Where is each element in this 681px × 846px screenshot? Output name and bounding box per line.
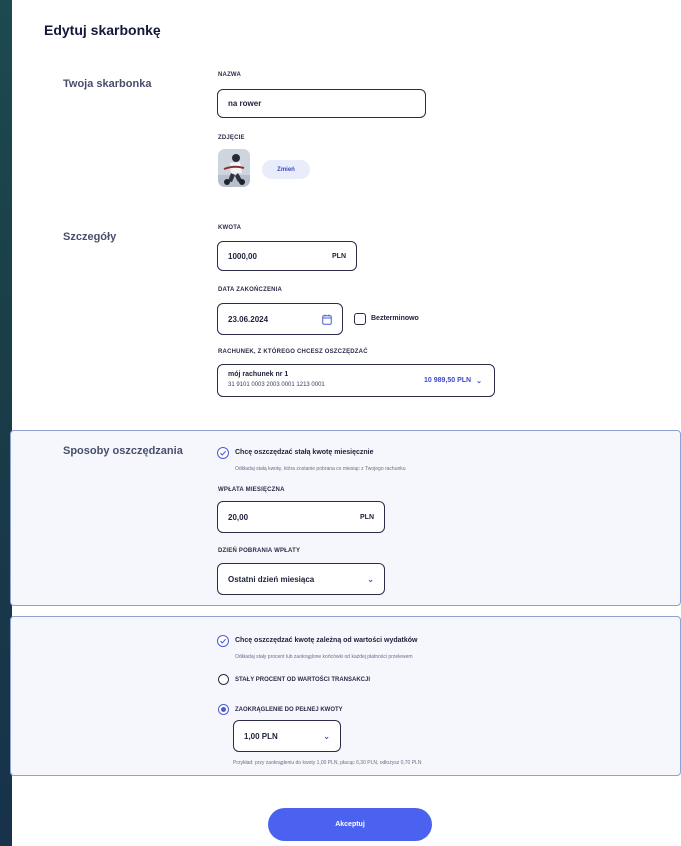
edit-piggybank-panel: Edytuj skarbonkę Twoja skarbonka NAZWA n… bbox=[10, 0, 681, 846]
monthly-checkbox-label: Chcę oszczędzać stałą kwotę miesięcznie bbox=[235, 449, 374, 456]
payment-day-label: DZIEŃ POBRANIA WPŁATY bbox=[218, 548, 301, 554]
monthly-payment-unit: PLN bbox=[360, 513, 374, 521]
round-amount-select[interactable]: 1,00 PLN ⌄ bbox=[233, 720, 341, 752]
amount-unit: PLN bbox=[332, 252, 346, 260]
amount-input[interactable]: 1000,00 PLN bbox=[217, 241, 357, 271]
payment-day-select[interactable]: Ostatni dzień miesiąca ⌄ bbox=[217, 563, 385, 595]
section-label-details: Szczegóły bbox=[63, 231, 117, 243]
percent-option-label: STAŁY PROCENT OD WARTOŚCI TRANSAKCJI bbox=[235, 677, 371, 683]
round-example: Przykład: przy zaokrągleniu do kwoty 1,0… bbox=[233, 760, 422, 766]
chevron-down-icon: ⌄ bbox=[367, 574, 374, 584]
payment-day-value: Ostatni dzień miesiąca bbox=[228, 574, 315, 584]
amount-label: KWOTA bbox=[218, 225, 242, 231]
section-label-saving-methods: Sposoby oszczędzania bbox=[63, 445, 183, 457]
page-title: Edytuj skarbonkę bbox=[44, 22, 161, 38]
monthly-payment-label: WPŁATA MIESIĘCZNA bbox=[218, 487, 285, 493]
monthly-checkbox[interactable] bbox=[217, 447, 229, 459]
expense-checkbox-label: Chcę oszczędzać kwotę zależną od wartośc… bbox=[235, 637, 418, 644]
monthly-description: Odkładaj stałą kwotę, która zostanie pob… bbox=[235, 466, 406, 472]
amount-value: 1000,00 bbox=[228, 251, 257, 261]
monthly-payment-value: 20,00 bbox=[228, 512, 249, 522]
chevron-down-icon: ⌄ bbox=[476, 378, 482, 385]
round-radio[interactable] bbox=[218, 704, 229, 715]
name-label: NAZWA bbox=[218, 72, 241, 78]
end-date-input[interactable]: 23.06.2024 bbox=[217, 303, 343, 335]
percent-radio[interactable] bbox=[218, 674, 229, 685]
account-select[interactable]: mój rachunek nr 1 31 9101 0003 2003 0001… bbox=[217, 364, 495, 397]
expense-description: Odkładaj stały procent lub zaokrąglone k… bbox=[235, 654, 413, 660]
name-input[interactable]: na rower bbox=[217, 89, 426, 118]
photo-label: ZDJĘCIE bbox=[218, 135, 245, 141]
account-label: RACHUNEK, Z KTÓREGO CHCESZ OSZCZĘDZAĆ bbox=[218, 349, 368, 355]
chevron-down-icon: ⌄ bbox=[323, 731, 330, 741]
account-balance: 10 989,50 PLN bbox=[424, 377, 472, 384]
round-option-label: ZAOKRĄGLENIE DO PEŁNEJ KWOTY bbox=[235, 707, 343, 713]
indefinite-label: Bezterminowo bbox=[371, 315, 419, 322]
indefinite-checkbox[interactable] bbox=[354, 313, 366, 325]
piggy-photo bbox=[218, 149, 250, 187]
section-label-piggy: Twoja skarbonka bbox=[63, 78, 152, 90]
end-date-value: 23.06.2024 bbox=[228, 314, 269, 324]
monthly-payment-input[interactable]: 20,00 PLN bbox=[217, 501, 385, 533]
change-photo-button[interactable]: Zmień bbox=[262, 160, 310, 179]
name-value: na rower bbox=[228, 99, 262, 108]
expense-checkbox[interactable] bbox=[217, 635, 229, 647]
round-amount-value: 1,00 PLN bbox=[244, 731, 278, 741]
accept-button[interactable]: Akceptuj bbox=[268, 808, 432, 841]
calendar-icon[interactable] bbox=[322, 314, 332, 325]
end-date-label: DATA ZAKOŃCZENIA bbox=[218, 287, 283, 293]
